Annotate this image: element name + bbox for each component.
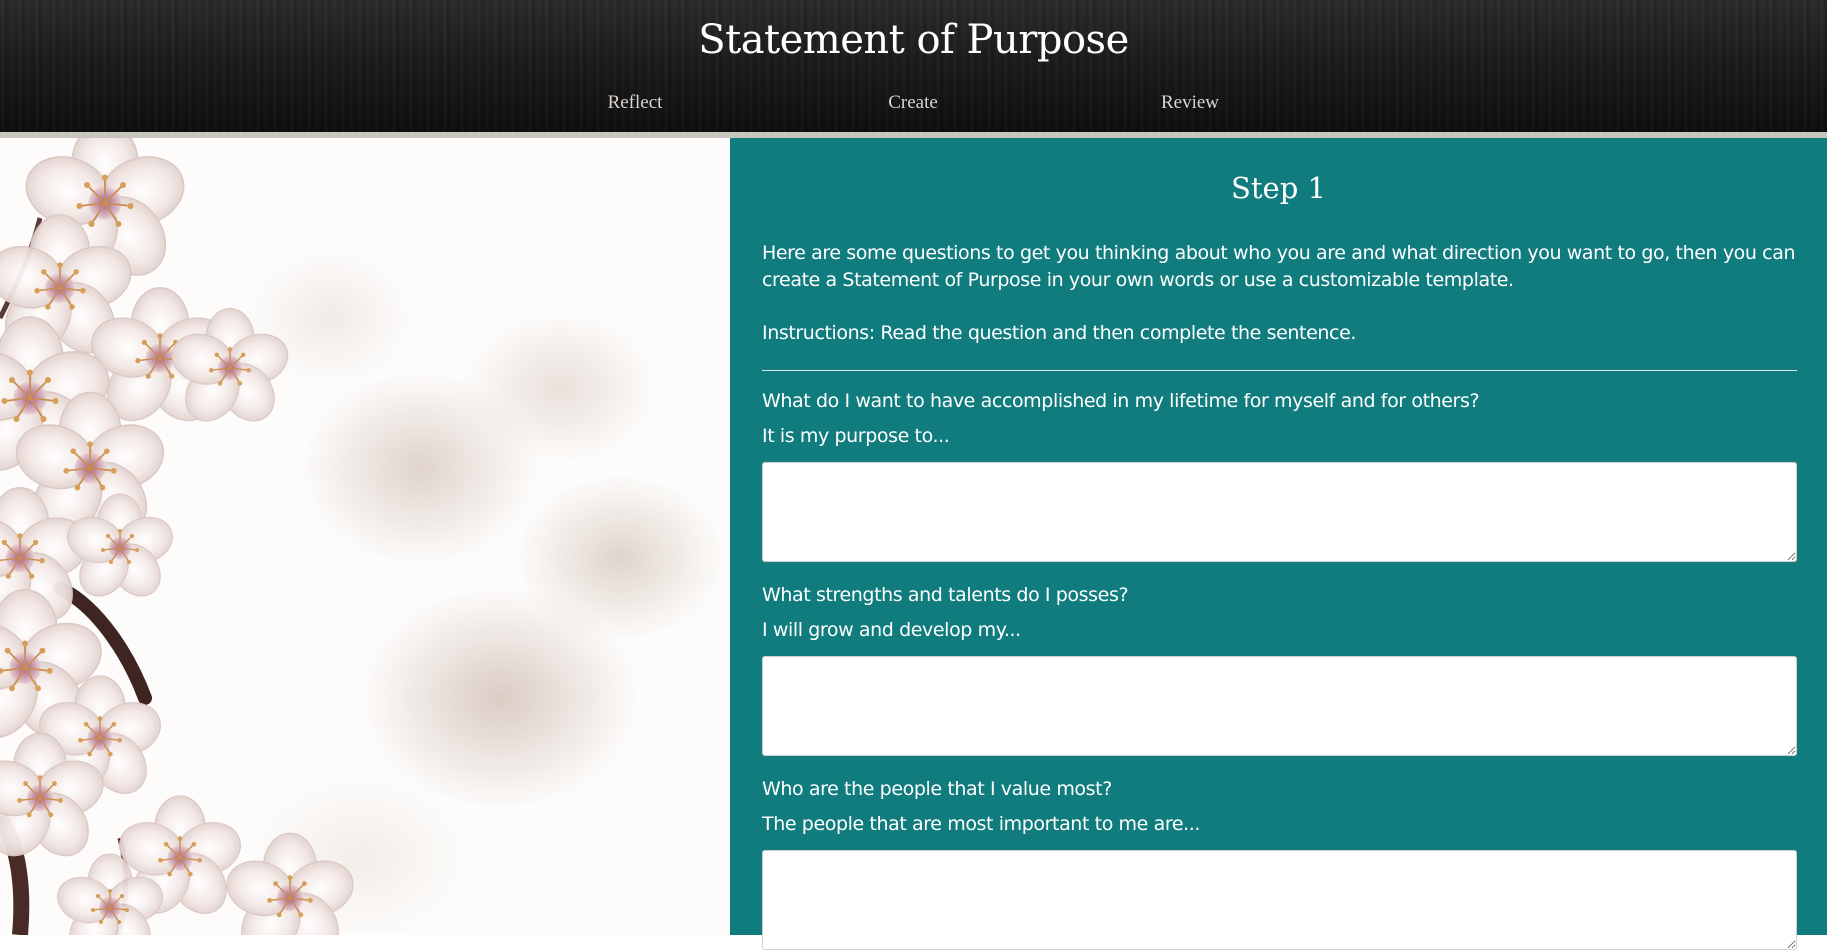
site-header: Statement of Purpose Reflect Create Revi…: [0, 0, 1827, 132]
instructions-text: Instructions: Read the question and then…: [762, 322, 1356, 344]
cherry-blossom-image: [0, 138, 730, 935]
question-2-prompt: I will grow and develop my...: [762, 619, 1021, 641]
question-3-text: Who are the people that I value most?: [762, 778, 1112, 800]
section-divider: [762, 370, 1797, 371]
answer-3-textarea[interactable]: [762, 850, 1797, 950]
step-title: Step 1: [1231, 171, 1326, 205]
cherry-blossom-illustration: [0, 138, 361, 935]
question-1-text: What do I want to have accomplished in m…: [762, 390, 1480, 412]
nav-link-create[interactable]: Create: [823, 90, 1003, 116]
nav-link-reflect[interactable]: Reflect: [545, 90, 725, 116]
answer-1-textarea[interactable]: [762, 462, 1797, 562]
step-panel: Step 1 Here are some questions to get yo…: [730, 138, 1827, 950]
intro-text: Here are some questions to get you think…: [762, 242, 1796, 291]
nav-link-review[interactable]: Review: [1100, 90, 1280, 116]
answer-2-textarea[interactable]: [762, 656, 1797, 756]
site-title: Statement of Purpose: [698, 17, 1129, 63]
question-3-prompt: The people that are most important to me…: [762, 813, 1201, 835]
question-1-prompt: It is my purpose to...: [762, 425, 950, 447]
question-2-text: What strengths and talents do I posses?: [762, 584, 1129, 606]
